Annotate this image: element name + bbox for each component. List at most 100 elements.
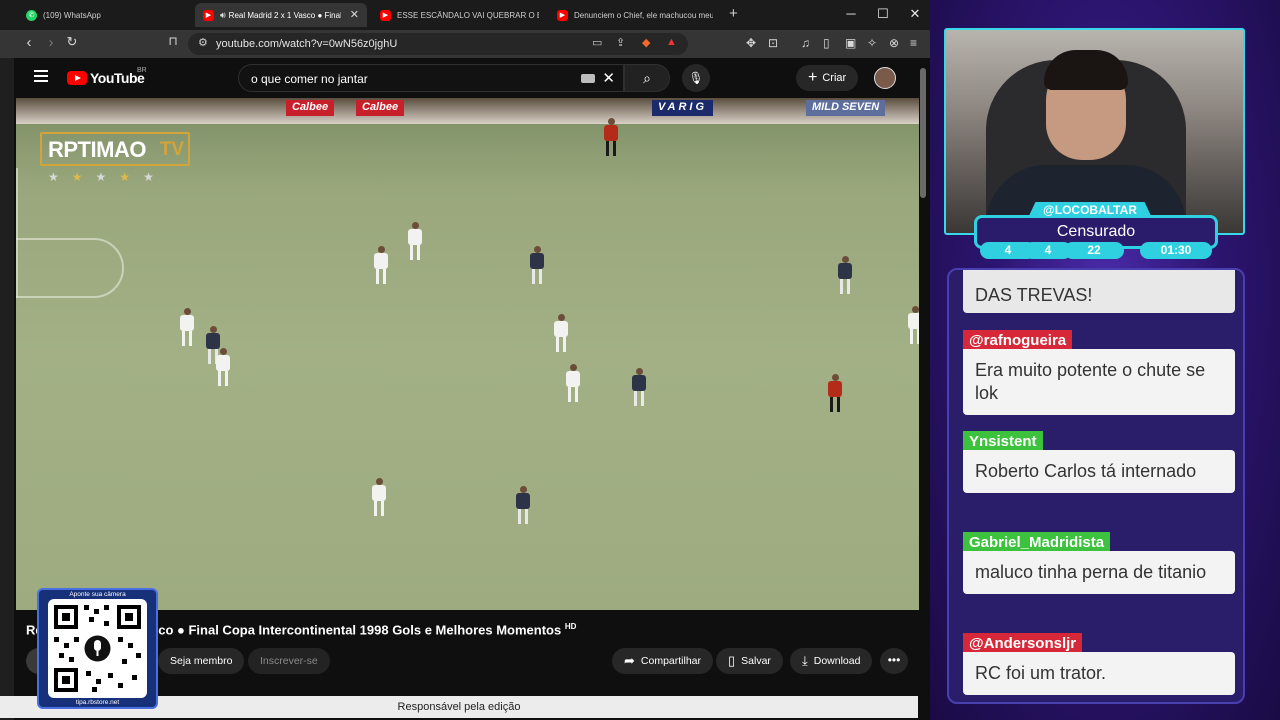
stadium-ad-boards: Calbee Calbee VARIG MILD SEVEN — [16, 98, 919, 124]
back-button[interactable]: ‹ — [18, 34, 40, 51]
vpn-icon[interactable]: ⊗ — [889, 36, 899, 50]
player — [632, 368, 646, 408]
cast-icon[interactable]: ▭ — [592, 36, 602, 49]
player — [604, 118, 618, 158]
youtube-logo[interactable]: YouTube BR — [67, 67, 147, 86]
forward-button[interactable]: › — [40, 34, 62, 51]
speaker-icon: 🔊︎ — [220, 9, 226, 20]
watermark-stars: ★★★★★ — [48, 170, 167, 184]
search-button[interactable]: ⌕ — [624, 64, 670, 92]
ad-board: MILD SEVEN — [806, 100, 886, 116]
chat-username: @Andersonsljr — [963, 633, 1083, 654]
menu-icon[interactable]: ≡ — [910, 36, 917, 50]
youtube-icon: ▶ — [203, 9, 214, 21]
close-window-button[interactable]: ✕ — [900, 6, 930, 22]
country-code: BR — [137, 67, 147, 74]
ad-board: Calbee — [356, 100, 405, 116]
player — [838, 256, 852, 296]
player — [374, 246, 388, 286]
chat-message-text: RC foi um trator. — [963, 652, 1235, 695]
minimize-button[interactable]: ─ — [836, 6, 866, 21]
player — [530, 246, 544, 286]
music-icon[interactable]: ♫ — [801, 36, 810, 50]
create-button[interactable]: + Criar — [796, 65, 859, 91]
search-input[interactable]: o que comer no jantar ✕ — [238, 64, 624, 92]
player — [828, 374, 842, 414]
site-info-icon[interactable]: ⚙ — [198, 36, 208, 49]
player — [566, 364, 580, 404]
voice-search-button[interactable]: 🎙︎ — [682, 64, 710, 92]
extensions-icon[interactable]: ✥ — [746, 36, 756, 50]
url-text: youtube.com/watch?v=0wN56z0jghU — [216, 38, 398, 50]
screenshot-icon[interactable]: ⊡ — [768, 36, 778, 50]
chat-message-text: maluco tinha perna de titanio — [963, 551, 1235, 594]
stat-timer: 01:30 — [1140, 242, 1212, 259]
more-actions-button[interactable]: ••• — [880, 648, 908, 674]
share-icon[interactable]: ⇪ — [616, 36, 625, 49]
share-arrow-icon: ➦ — [624, 653, 635, 668]
tab-real-madrid-video[interactable]: ▶ 🔊︎ Real Madrid 2 x 1 Vasco ● Final Cop… — [195, 3, 367, 27]
player — [372, 478, 386, 518]
save-button[interactable]: ▯ Salvar — [716, 648, 783, 674]
watermark-tv: TV — [159, 139, 184, 160]
streamer-hair — [1044, 50, 1128, 90]
account-avatar[interactable] — [874, 67, 896, 89]
player — [180, 308, 194, 348]
channel-watermark: RPTIMAO TV — [40, 132, 190, 166]
bookmark-icon[interactable]: ⊓ — [162, 34, 184, 48]
chat-message-text: Era muito potente o chute se lok — [963, 349, 1235, 415]
ad-board: VARIG — [652, 100, 714, 116]
youtube-icon: ▶ — [380, 9, 391, 21]
subscribe-button[interactable]: Inscrever-se — [248, 648, 330, 674]
reload-button[interactable]: ↻ — [61, 34, 83, 50]
subscribe-label: Inscrever-se — [260, 655, 318, 667]
streamer-handle: @LOCOBALTAR — [1028, 202, 1152, 218]
ad-board: Calbee — [286, 100, 335, 116]
close-tab-icon[interactable]: ✕ — [350, 8, 359, 21]
player — [908, 306, 919, 346]
wallet-icon[interactable]: ▣ — [845, 36, 856, 50]
new-tab-button[interactable]: + — [729, 5, 738, 22]
hamburger-menu-icon[interactable] — [34, 70, 48, 82]
player — [408, 222, 422, 262]
tab-whatsapp[interactable]: ✆ (109) WhatsApp — [18, 3, 193, 27]
create-label: Criar — [822, 72, 847, 84]
join-label: Seja membro — [170, 655, 233, 667]
address-bar[interactable]: ⚙ youtube.com/watch?v=0wN56z0jghU ▭ ⇪ ◆ … — [188, 33, 688, 55]
download-button[interactable]: ⤓ Download — [790, 648, 873, 674]
youtube-icon: ▶ — [557, 9, 568, 21]
video-player[interactable]: Calbee Calbee VARIG MILD SEVEN RPTIMAO T… — [16, 98, 919, 610]
clear-search-icon[interactable]: ✕ — [602, 69, 615, 87]
plus-icon: + — [808, 69, 818, 86]
page-scrollbar[interactable] — [920, 68, 926, 198]
sidebar-icon[interactable]: ▯ — [823, 36, 830, 50]
hd-badge: HD — [564, 622, 577, 631]
join-button[interactable]: Seja membro — [158, 648, 245, 674]
qr-code-card: Aponte sua câmera tipa.rbstore.net — [37, 588, 158, 709]
qr-code — [48, 599, 147, 698]
qr-bottom-text: tipa.rbstore.net — [75, 699, 120, 706]
player — [516, 486, 530, 526]
watermark-text: RPTIMAO — [48, 137, 146, 162]
chat-message-text: Roberto Carlos tá internado — [963, 450, 1235, 493]
share-label: Compartilhar — [640, 655, 702, 667]
chat-username: @rafnogueira — [963, 330, 1073, 351]
search-query-text: o que comer no jantar — [251, 72, 368, 86]
chat-message-text: DAS TREVAS! — [963, 270, 1235, 313]
brave-shield-icon[interactable]: ◆ — [642, 36, 650, 49]
pitch-line — [16, 168, 18, 298]
keyboard-icon[interactable] — [581, 74, 595, 83]
download-icon: ⤓ — [802, 653, 808, 668]
tab-bar: ✆ (109) WhatsApp ▶ 🔊︎ Real Madrid 2 x 1 … — [0, 0, 930, 30]
leo-ai-icon[interactable]: ✧ — [867, 36, 877, 50]
bookmark-icon: ▯ — [728, 653, 736, 668]
share-button[interactable]: ➦ Compartilhar — [612, 648, 714, 674]
chat-panel: DAS TREVAS! @rafnogueira Era muito poten… — [947, 268, 1245, 704]
player — [554, 314, 568, 354]
tab-label: Real Madrid 2 x 1 Vasco ● Final Copa — [228, 10, 341, 20]
tab-escandalo-video[interactable]: ▶ ESSE ESCÂNDALO VAI QUEBRAR O BRASIL E — [372, 3, 547, 27]
maximize-button[interactable]: ☐ — [868, 6, 898, 22]
brave-rewards-icon[interactable]: ▲ — [666, 36, 677, 48]
chat-username: Ynsistent — [963, 431, 1043, 452]
tab-chief-video[interactable]: ▶ Denunciem o Chief, ele machucou meus s… — [549, 3, 721, 27]
